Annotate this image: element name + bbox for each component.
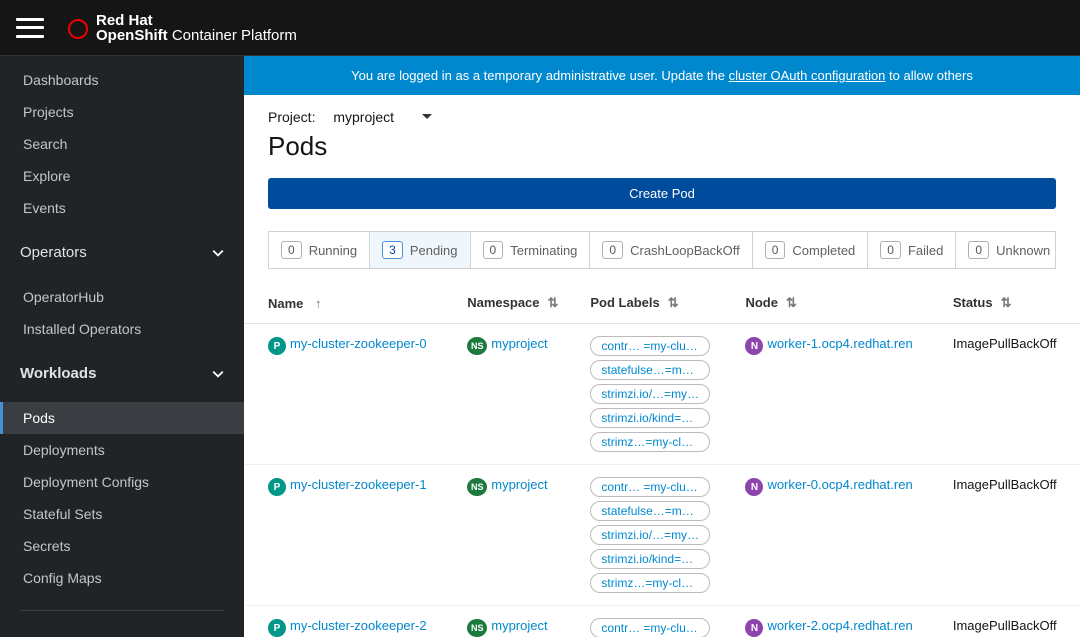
caret-down-icon	[422, 112, 432, 122]
namespace-icon: NS	[467, 337, 487, 355]
pod-label-chip[interactable]: contr… =my-clust…	[590, 336, 710, 356]
pod-icon: P	[268, 478, 286, 496]
pod-label-chip[interactable]: strimzi.io/kind=Kafka	[590, 408, 710, 428]
filter-pending[interactable]: 3Pending	[370, 232, 470, 268]
table-row: Pmy-cluster-zookeeper-2 NS myproject contr……	[244, 606, 1080, 637]
sidebar-item-projects[interactable]: Projects	[0, 96, 244, 128]
nav-group-home: DashboardsProjectsSearchExploreEvents	[0, 56, 244, 232]
status-cell: ImagePullBackOff	[943, 606, 1080, 637]
create-pod-button[interactable]: Create Pod	[268, 178, 1056, 209]
filter-failed[interactable]: 0Failed	[868, 232, 956, 268]
sidebar-item-config-maps[interactable]: Config Maps	[0, 562, 244, 594]
pod-link[interactable]: my-cluster-zookeeper-1	[290, 477, 447, 492]
sidebar-item-pods[interactable]: Pods	[0, 402, 244, 434]
pod-link[interactable]: my-cluster-zookeeper-0	[290, 336, 447, 351]
namespace-link[interactable]: myproject	[491, 477, 570, 492]
project-selector[interactable]: Project: myproject	[244, 95, 1080, 129]
pod-icon: P	[268, 337, 286, 355]
sidebar-item-deployment-configs[interactable]: Deployment Configs	[0, 466, 244, 498]
namespace-icon: NS	[467, 478, 487, 496]
namespace-link[interactable]: myproject	[491, 618, 570, 633]
status-cell: ImagePullBackOff	[943, 465, 1080, 606]
alert-banner: You are logged in as a temporary adminis…	[244, 56, 1080, 95]
cluster-oauth-link[interactable]: cluster OAuth configuration	[729, 68, 886, 83]
filter-crashloopbackoff[interactable]: 0CrashLoopBackOff	[590, 232, 752, 268]
node-icon: N	[745, 478, 763, 496]
col-node[interactable]: Node⇅	[735, 281, 942, 324]
filter-unknown[interactable]: 0Unknown	[956, 232, 1056, 268]
sidebar-item-events[interactable]: Events	[0, 192, 244, 224]
brand-logo: Red Hat OpenShift Container Platform	[68, 12, 297, 44]
topbar: Red Hat OpenShift Container Platform	[0, 0, 1080, 56]
chevron-down-icon	[212, 368, 224, 380]
chevron-down-icon	[212, 247, 224, 259]
col-namespace[interactable]: Namespace⇅	[457, 281, 580, 324]
sidebar-item-explore[interactable]: Explore	[0, 160, 244, 192]
pod-label-chip[interactable]: statefulse…=my-cl…	[590, 501, 710, 521]
node-link[interactable]: worker-0.ocp4.redhat.ren	[767, 477, 932, 492]
sidebar-item-cron-jobs[interactable]: Cron Jobs	[0, 627, 244, 637]
redhat-icon	[68, 19, 88, 39]
brand-line2: OpenShift Container Platform	[96, 27, 297, 44]
pod-label-chip[interactable]: strimz…=my-clust…	[590, 432, 710, 452]
nav-section-operators[interactable]: Operators	[0, 232, 244, 273]
sidebar-item-dashboards[interactable]: Dashboards	[0, 64, 244, 96]
col-pod-labels[interactable]: Pod Labels⇅	[580, 281, 735, 324]
main-content: You are logged in as a temporary adminis…	[244, 56, 1080, 637]
pods-table: Name ↑Namespace⇅Pod Labels⇅Node⇅Status⇅ …	[244, 281, 1080, 637]
sidebar-item-deployments[interactable]: Deployments	[0, 434, 244, 466]
pod-label-chip[interactable]: statefulse…=my-cl…	[590, 360, 710, 380]
pod-link[interactable]: my-cluster-zookeeper-2	[290, 618, 447, 633]
sidebar-item-operatorhub[interactable]: OperatorHub	[0, 281, 244, 313]
sidebar: DashboardsProjectsSearchExploreEvents Op…	[0, 56, 244, 637]
pod-label-chip[interactable]: strimzi.io/kind=Kafka	[590, 549, 710, 569]
sidebar-item-secrets[interactable]: Secrets	[0, 530, 244, 562]
node-icon: N	[745, 337, 763, 355]
namespace-icon: NS	[467, 619, 487, 637]
status-filter-bar: 0Running3Pending0Terminating0CrashLoopBa…	[268, 231, 1056, 269]
status-cell: ImagePullBackOff	[943, 324, 1080, 465]
col-status[interactable]: Status⇅	[943, 281, 1080, 324]
filter-running[interactable]: 0Running	[269, 232, 370, 268]
filter-completed[interactable]: 0Completed	[753, 232, 869, 268]
col-name[interactable]: Name ↑	[244, 281, 457, 324]
page-title: Pods	[244, 129, 1080, 178]
pod-label-chip[interactable]: strimzi.io/…=my-cl…	[590, 384, 710, 404]
table-row: Pmy-cluster-zookeeper-1 NS myproject contr……	[244, 465, 1080, 606]
node-link[interactable]: worker-1.ocp4.redhat.ren	[767, 336, 932, 351]
filter-terminating[interactable]: 0Terminating	[471, 232, 591, 268]
pod-label-chip[interactable]: contr… =my-clust…	[590, 618, 710, 637]
node-icon: N	[745, 619, 763, 637]
pod-label-chip[interactable]: strimz…=my-clust…	[590, 573, 710, 593]
pod-icon: P	[268, 619, 286, 637]
node-link[interactable]: worker-2.ocp4.redhat.ren	[767, 618, 932, 633]
sidebar-item-installed-operators[interactable]: Installed Operators	[0, 313, 244, 345]
pod-label-chip[interactable]: strimzi.io/…=my-cl…	[590, 525, 710, 545]
sidebar-item-search[interactable]: Search	[0, 128, 244, 160]
table-row: Pmy-cluster-zookeeper-0 NS myproject contr……	[244, 324, 1080, 465]
hamburger-menu-icon[interactable]	[16, 18, 44, 38]
namespace-link[interactable]: myproject	[491, 336, 570, 351]
sidebar-item-stateful-sets[interactable]: Stateful Sets	[0, 498, 244, 530]
nav-section-workloads[interactable]: Workloads	[0, 353, 244, 394]
pod-label-chip[interactable]: contr… =my-clust…	[590, 477, 710, 497]
